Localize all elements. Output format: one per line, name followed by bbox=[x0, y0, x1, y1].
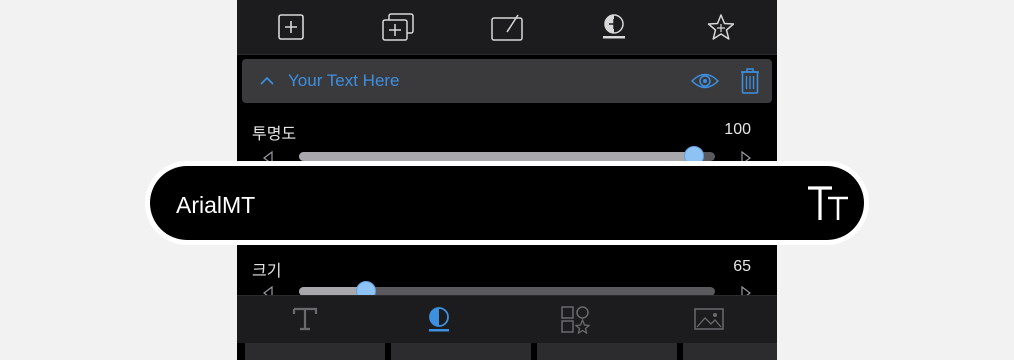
opacity-label: 투명도 bbox=[252, 126, 297, 143]
strip-cell bbox=[391, 343, 531, 360]
duplicate-layer-icon[interactable] bbox=[382, 13, 414, 41]
chevron-up-icon[interactable] bbox=[258, 72, 276, 90]
color-drop-icon[interactable] bbox=[598, 13, 630, 41]
strip-cell bbox=[683, 343, 777, 360]
layer-row[interactable]: Your Text Here bbox=[242, 59, 772, 103]
strip-cell bbox=[245, 343, 385, 360]
image-tab-icon[interactable] bbox=[693, 304, 725, 334]
font-selector[interactable]: ArialMT bbox=[150, 166, 864, 240]
color-tab-icon[interactable] bbox=[423, 304, 455, 334]
opacity-slider-thumb[interactable] bbox=[684, 146, 704, 166]
opacity-increase-icon[interactable] bbox=[740, 150, 752, 166]
font-name: ArialMT bbox=[176, 192, 256, 218]
keyboard-strip bbox=[237, 343, 777, 360]
bottom-tab-bar bbox=[237, 295, 777, 344]
size-label: 크기 bbox=[252, 263, 282, 280]
layer-title: Your Text Here bbox=[288, 71, 400, 90]
favorite-star-icon[interactable] bbox=[705, 13, 737, 41]
opacity-value: 100 bbox=[724, 121, 751, 138]
opacity-slider-fill bbox=[299, 152, 694, 161]
text-tab-icon[interactable] bbox=[289, 304, 321, 334]
opacity-slider[interactable] bbox=[299, 146, 715, 166]
trash-icon[interactable] bbox=[739, 67, 761, 95]
text-size-icon[interactable] bbox=[806, 184, 850, 222]
top-toolbar bbox=[237, 0, 777, 55]
shapes-tab-icon[interactable] bbox=[559, 304, 591, 335]
opacity-decrease-icon[interactable] bbox=[262, 150, 274, 166]
size-value: 65 bbox=[733, 258, 751, 275]
add-layer-icon[interactable] bbox=[275, 13, 307, 41]
strip-cell bbox=[537, 343, 677, 360]
edit-layer-icon[interactable] bbox=[491, 13, 523, 41]
eye-icon[interactable] bbox=[690, 70, 720, 92]
